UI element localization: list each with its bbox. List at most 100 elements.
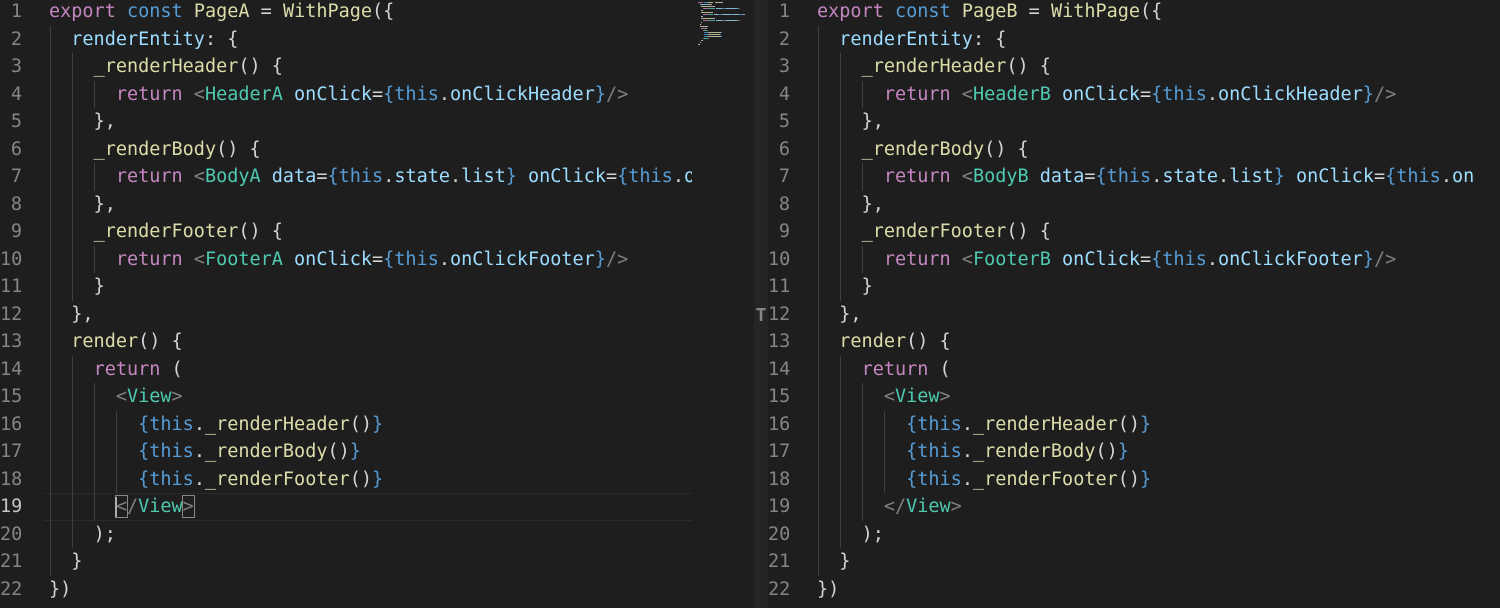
- code-line[interactable]: 9 _renderFooter() {: [768, 218, 1500, 246]
- code-text[interactable]: return <HeaderA onClick={this.onClickHea…: [49, 81, 628, 109]
- code-line[interactable]: 5 },: [768, 108, 1500, 136]
- code-text[interactable]: }): [49, 576, 71, 604]
- code-text[interactable]: );: [49, 521, 116, 549]
- code-line[interactable]: 11 }: [0, 273, 692, 301]
- code-text[interactable]: {this._renderBody()}: [817, 438, 1129, 466]
- code-line[interactable]: 11 }: [768, 273, 1500, 301]
- code-line[interactable]: 12 },: [0, 301, 692, 329]
- code-text[interactable]: _renderHeader() {: [49, 53, 283, 81]
- code-text[interactable]: <View>: [817, 383, 951, 411]
- code-text[interactable]: export const PageB = WithPage({: [817, 0, 1162, 26]
- split-divider[interactable]: T: [754, 0, 768, 608]
- code-line[interactable]: 6 _renderBody() {: [768, 136, 1500, 164]
- code-line[interactable]: 22}): [768, 576, 1500, 604]
- code-text[interactable]: return <BodyB data={this.state.list} onC…: [817, 163, 1474, 191]
- code-text[interactable]: _renderBody() {: [817, 136, 1029, 164]
- code-text[interactable]: _renderBody() {: [49, 136, 261, 164]
- code-text[interactable]: }: [49, 548, 82, 576]
- code-line[interactable]: 15 <View>: [0, 383, 692, 411]
- code-text[interactable]: render() {: [49, 328, 182, 356]
- code-text[interactable]: renderEntity: {: [817, 26, 1006, 54]
- code-line[interactable]: 7 return <BodyB data={this.state.list} o…: [768, 163, 1500, 191]
- split-handle-icon[interactable]: T: [754, 306, 768, 326]
- code-line[interactable]: 22}): [0, 576, 692, 604]
- code-token: (): [1117, 413, 1141, 435]
- code-text[interactable]: }: [49, 273, 105, 301]
- code-text[interactable]: return (: [817, 356, 951, 384]
- code-line[interactable]: 9 _renderFooter() {: [0, 218, 692, 246]
- code-text[interactable]: return (: [49, 356, 183, 384]
- code-line[interactable]: 8 },: [768, 191, 1500, 219]
- code-line[interactable]: 3 _renderHeader() {: [768, 53, 1500, 81]
- code-text[interactable]: },: [49, 301, 93, 329]
- code-text[interactable]: <View>: [49, 383, 183, 411]
- code-text[interactable]: return <HeaderB onClick={this.onClickHea…: [817, 81, 1396, 109]
- code-line[interactable]: 7 return <BodyA data={this.state.list} o…: [0, 163, 692, 191]
- code-line[interactable]: 14 return (: [0, 356, 692, 384]
- code-line[interactable]: 8 },: [0, 191, 692, 219]
- code-line[interactable]: 21 }: [0, 548, 692, 576]
- code-line[interactable]: 19 </View>: [0, 493, 692, 521]
- code-text[interactable]: },: [817, 301, 861, 329]
- code-text[interactable]: },: [49, 191, 116, 219]
- code-text[interactable]: );: [817, 521, 884, 549]
- code-text[interactable]: }: [817, 548, 850, 576]
- code-line[interactable]: 19 </View>: [768, 493, 1500, 521]
- code-line[interactable]: 13 render() {: [0, 328, 692, 356]
- code-line[interactable]: 4 return <HeaderA onClick={this.onClickH…: [0, 81, 692, 109]
- code-line[interactable]: 2 renderEntity: {: [0, 26, 692, 54]
- code-text[interactable]: renderEntity: {: [49, 26, 238, 54]
- code-line[interactable]: 18 {this._renderFooter()}: [768, 466, 1500, 494]
- code-text[interactable]: }): [817, 576, 839, 604]
- code-text[interactable]: {this._renderHeader()}: [49, 411, 383, 439]
- code-text[interactable]: {this._renderHeader()}: [817, 411, 1151, 439]
- code-token: return: [883, 166, 951, 187]
- code-line[interactable]: 3 _renderHeader() {: [0, 53, 692, 81]
- code-line[interactable]: 13 render() {: [768, 328, 1500, 356]
- editor-pane-right[interactable]: 1 export const PageB = WithPage({2 render…: [768, 0, 1500, 608]
- code-line[interactable]: 4 return <HeaderB onClick={this.onClickH…: [768, 81, 1500, 109]
- code-line[interactable]: 2 renderEntity: {: [768, 26, 1500, 54]
- code-line[interactable]: 16 {this._renderHeader()}: [0, 411, 692, 439]
- code-line[interactable]: 17 {this._renderBody()}: [0, 438, 692, 466]
- code-line[interactable]: 5 },: [0, 108, 692, 136]
- code-token: (): [1095, 441, 1118, 462]
- code-line[interactable]: 6 _renderBody() {: [0, 136, 692, 164]
- code-text[interactable]: export const PageA = WithPage({: [49, 0, 394, 26]
- code-line[interactable]: 12 },: [768, 301, 1500, 329]
- code-text[interactable]: }: [817, 273, 873, 301]
- code-line[interactable]: 1 export const PageA = WithPage({: [0, 0, 692, 26]
- code-text[interactable]: _renderHeader() {: [817, 53, 1051, 81]
- minimap[interactable]: [692, 0, 754, 608]
- code-line[interactable]: 16 {this._renderHeader()}: [768, 411, 1500, 439]
- code-text[interactable]: _renderFooter() {: [817, 218, 1051, 246]
- code-token: }: [372, 468, 384, 490]
- code-token: PageA: [193, 1, 250, 22]
- editor-pane-left[interactable]: 1 export const PageA = WithPage({2 render…: [0, 0, 692, 608]
- code-line[interactable]: 21 }: [768, 548, 1500, 576]
- code-line[interactable]: 20 );: [0, 521, 692, 549]
- code-text[interactable]: render() {: [817, 328, 950, 356]
- code-line[interactable]: 1 export const PageB = WithPage({: [768, 0, 1500, 26]
- code-text[interactable]: _renderFooter() {: [49, 218, 283, 246]
- code-text[interactable]: return <BodyA data={this.state.list} onC…: [49, 163, 692, 191]
- code-line[interactable]: 18 {this._renderFooter()}: [0, 466, 692, 494]
- code-line[interactable]: 20 );: [768, 521, 1500, 549]
- code-text[interactable]: </View>: [817, 493, 962, 521]
- code-text[interactable]: },: [49, 108, 116, 136]
- code-text[interactable]: return <FooterA onClick={this.onClickFoo…: [49, 246, 628, 274]
- code-text[interactable]: {this._renderFooter()}: [817, 466, 1151, 494]
- code-text[interactable]: {this._renderBody()}: [49, 438, 361, 466]
- code-line[interactable]: 14 return (: [768, 356, 1500, 384]
- code-line[interactable]: 17 {this._renderBody()}: [768, 438, 1500, 466]
- code-text[interactable]: {this._renderFooter()}: [49, 466, 383, 494]
- code-text[interactable]: },: [817, 191, 884, 219]
- code-line[interactable]: 10 return <FooterB onClick={this.onClick…: [768, 246, 1500, 274]
- code-line[interactable]: 15 <View>: [768, 383, 1500, 411]
- code-token: </: [883, 496, 907, 517]
- code-text[interactable]: return <FooterB onClick={this.onClickFoo…: [817, 246, 1396, 274]
- code-text[interactable]: },: [817, 108, 884, 136]
- code-text[interactable]: </View>: [49, 493, 195, 521]
- code-line[interactable]: 10 return <FooterA onClick={this.onClick…: [0, 246, 692, 274]
